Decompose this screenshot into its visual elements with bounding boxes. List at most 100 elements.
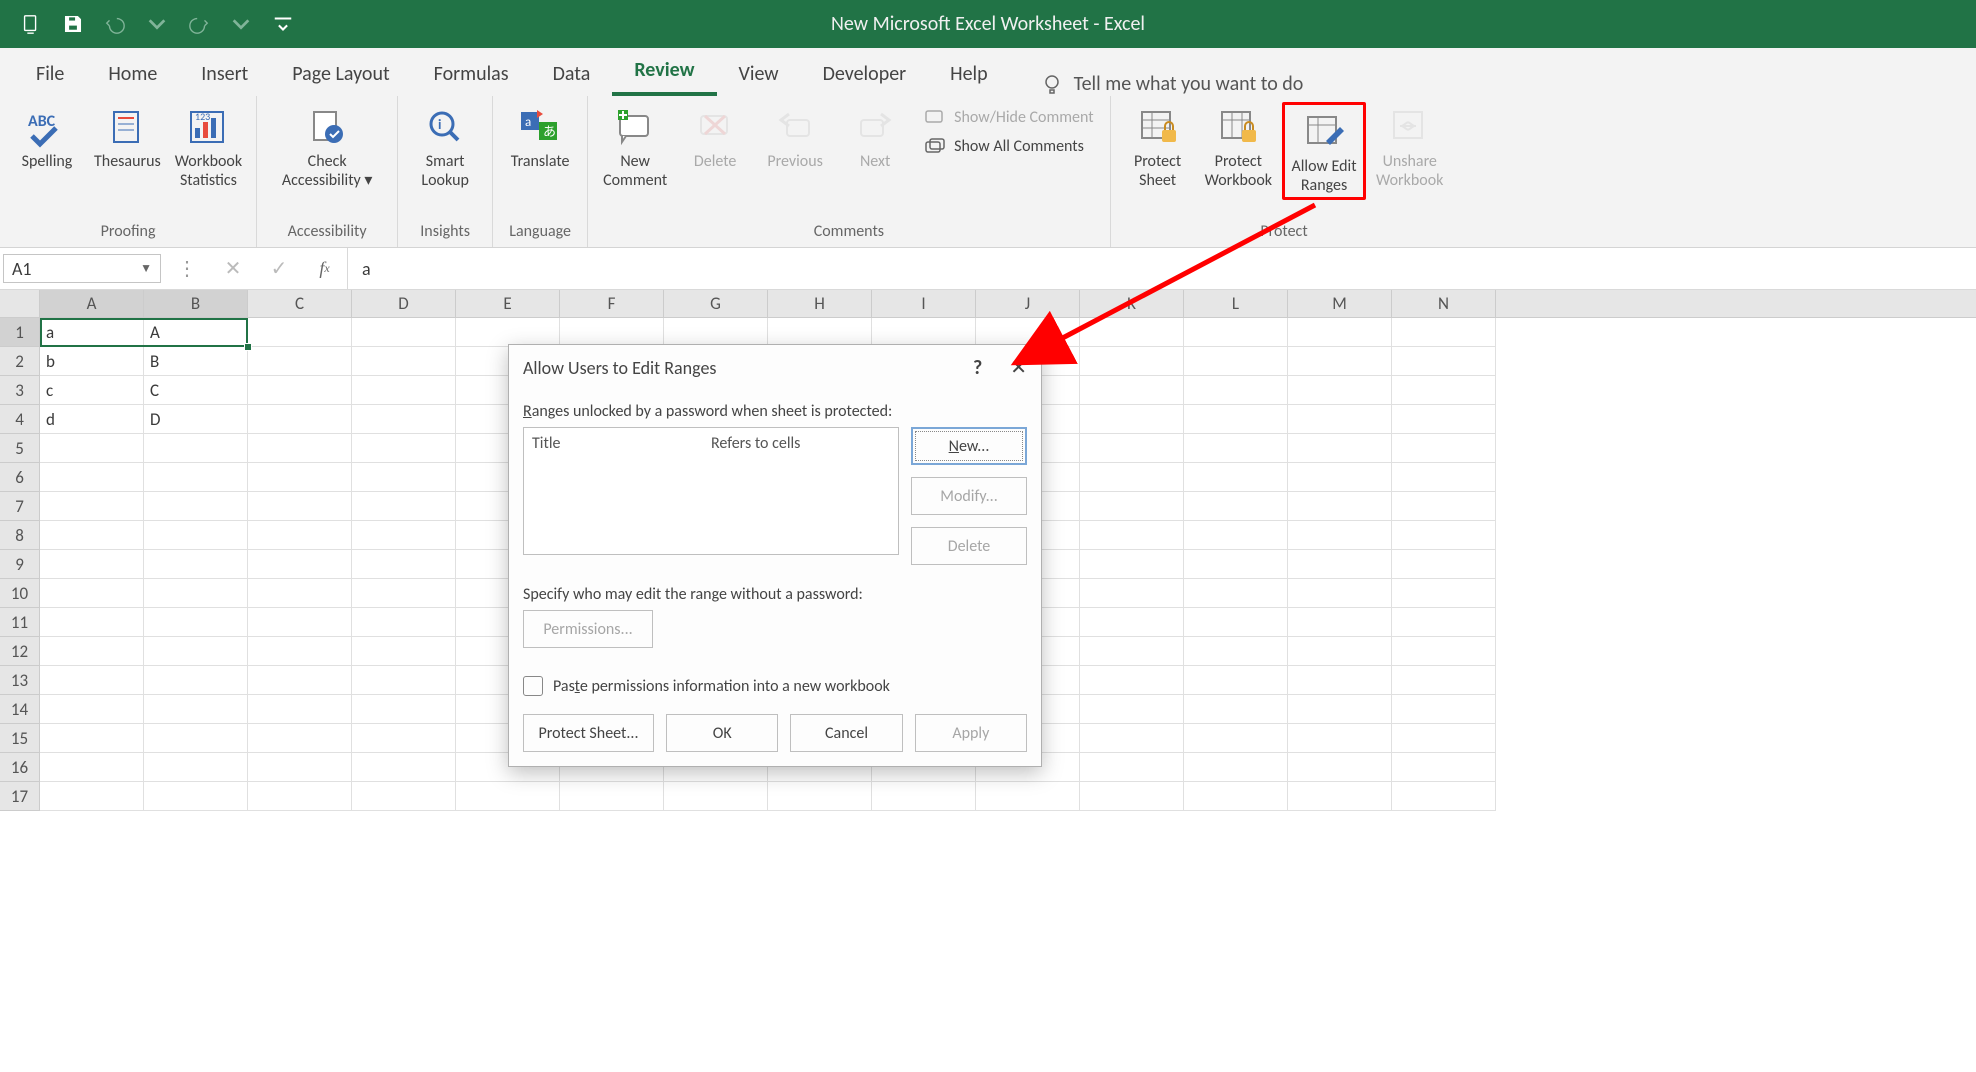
translate-button[interactable]: aあ Translate bbox=[503, 102, 577, 171]
cell[interactable]: D bbox=[144, 405, 248, 434]
cell[interactable] bbox=[1392, 405, 1496, 434]
cell[interactable] bbox=[1080, 724, 1184, 753]
row-header[interactable]: 12 bbox=[0, 637, 40, 666]
chevron-down-icon[interactable]: ▼ bbox=[140, 261, 152, 276]
cell[interactable] bbox=[1184, 637, 1288, 666]
cell[interactable] bbox=[1392, 695, 1496, 724]
cell[interactable] bbox=[40, 463, 144, 492]
cell[interactable] bbox=[248, 608, 352, 637]
cell[interactable] bbox=[1184, 753, 1288, 782]
qat-customize-icon[interactable] bbox=[262, 0, 304, 48]
cell[interactable] bbox=[1392, 550, 1496, 579]
cell[interactable]: a bbox=[40, 318, 144, 347]
cell[interactable] bbox=[144, 492, 248, 521]
cell[interactable] bbox=[352, 753, 456, 782]
cell[interactable] bbox=[40, 608, 144, 637]
unshare-workbook-button[interactable]: Unshare Workbook bbox=[1372, 102, 1447, 200]
cell[interactable] bbox=[1288, 579, 1392, 608]
row-header[interactable]: 11 bbox=[0, 608, 40, 637]
cell[interactable] bbox=[768, 782, 872, 811]
col-header[interactable]: I bbox=[872, 290, 976, 317]
cell[interactable] bbox=[40, 724, 144, 753]
new-comment-button[interactable]: New Comment bbox=[598, 102, 672, 190]
cell[interactable] bbox=[1392, 608, 1496, 637]
cell[interactable] bbox=[456, 318, 560, 347]
cell[interactable] bbox=[40, 434, 144, 463]
protect-workbook-button[interactable]: Protect Workbook bbox=[1201, 102, 1276, 200]
show-hide-comment-button[interactable]: Show/Hide Comment bbox=[918, 106, 1099, 129]
cell[interactable] bbox=[1392, 637, 1496, 666]
thesaurus-button[interactable]: Thesaurus bbox=[90, 102, 165, 190]
delete-range-button[interactable]: Delete bbox=[911, 527, 1027, 565]
cell[interactable] bbox=[248, 376, 352, 405]
cell[interactable] bbox=[248, 666, 352, 695]
touch-mode-icon[interactable] bbox=[10, 0, 52, 48]
tell-me[interactable]: Tell me what you want to do bbox=[1040, 72, 1304, 96]
cell[interactable] bbox=[1080, 434, 1184, 463]
name-box[interactable]: A1 ▼ bbox=[3, 254, 161, 283]
cell[interactable] bbox=[352, 608, 456, 637]
protect-sheet-button-dialog[interactable]: Protect Sheet... bbox=[523, 714, 654, 752]
cell[interactable] bbox=[1080, 405, 1184, 434]
cell[interactable] bbox=[40, 637, 144, 666]
undo-dropdown-icon[interactable] bbox=[136, 0, 178, 48]
row-header[interactable]: 15 bbox=[0, 724, 40, 753]
cell[interactable] bbox=[144, 666, 248, 695]
cell[interactable] bbox=[1288, 695, 1392, 724]
cell[interactable] bbox=[352, 318, 456, 347]
cell[interactable] bbox=[1288, 782, 1392, 811]
save-icon[interactable] bbox=[52, 0, 94, 48]
show-all-comments-button[interactable]: Show All Comments bbox=[918, 135, 1099, 158]
cell[interactable] bbox=[1288, 318, 1392, 347]
cell[interactable] bbox=[1288, 521, 1392, 550]
row-header[interactable]: 10 bbox=[0, 579, 40, 608]
cell[interactable] bbox=[248, 405, 352, 434]
cell[interactable] bbox=[1080, 695, 1184, 724]
cell[interactable] bbox=[1080, 782, 1184, 811]
cell[interactable] bbox=[40, 550, 144, 579]
cell[interactable] bbox=[144, 782, 248, 811]
cell[interactable] bbox=[144, 724, 248, 753]
row-header[interactable]: 13 bbox=[0, 666, 40, 695]
redo-dropdown-icon[interactable] bbox=[220, 0, 262, 48]
cell[interactable] bbox=[1080, 463, 1184, 492]
cell[interactable] bbox=[1184, 724, 1288, 753]
cell[interactable] bbox=[352, 376, 456, 405]
cell[interactable] bbox=[1080, 550, 1184, 579]
cell[interactable] bbox=[40, 782, 144, 811]
cell[interactable] bbox=[352, 405, 456, 434]
cell[interactable] bbox=[872, 318, 976, 347]
tab-insert[interactable]: Insert bbox=[179, 52, 270, 96]
cell[interactable] bbox=[1288, 376, 1392, 405]
cell[interactable]: d bbox=[40, 405, 144, 434]
cell[interactable] bbox=[40, 579, 144, 608]
cell[interactable] bbox=[352, 492, 456, 521]
col-header[interactable]: A bbox=[40, 290, 144, 317]
previous-comment-button[interactable]: Previous bbox=[758, 102, 832, 190]
tab-review[interactable]: Review bbox=[612, 48, 716, 96]
close-icon[interactable]: ✕ bbox=[1010, 355, 1027, 380]
cell[interactable] bbox=[352, 434, 456, 463]
col-header[interactable]: L bbox=[1184, 290, 1288, 317]
cell[interactable]: c bbox=[40, 376, 144, 405]
col-header[interactable]: D bbox=[352, 290, 456, 317]
cell[interactable] bbox=[1392, 782, 1496, 811]
cell[interactable]: C bbox=[144, 376, 248, 405]
cell[interactable] bbox=[248, 637, 352, 666]
cell[interactable] bbox=[248, 318, 352, 347]
cell[interactable] bbox=[144, 550, 248, 579]
row-header[interactable]: 14 bbox=[0, 695, 40, 724]
cell[interactable] bbox=[1392, 666, 1496, 695]
cell[interactable] bbox=[664, 318, 768, 347]
cell[interactable] bbox=[1080, 347, 1184, 376]
delete-comment-button[interactable]: Delete bbox=[678, 102, 752, 190]
col-header[interactable]: C bbox=[248, 290, 352, 317]
formula-input[interactable]: a bbox=[348, 248, 1976, 289]
cell[interactable] bbox=[768, 318, 872, 347]
cell[interactable] bbox=[352, 550, 456, 579]
cell[interactable] bbox=[248, 492, 352, 521]
cell[interactable] bbox=[1184, 579, 1288, 608]
cell[interactable] bbox=[1392, 724, 1496, 753]
cell[interactable] bbox=[1288, 463, 1392, 492]
cell[interactable] bbox=[1288, 405, 1392, 434]
